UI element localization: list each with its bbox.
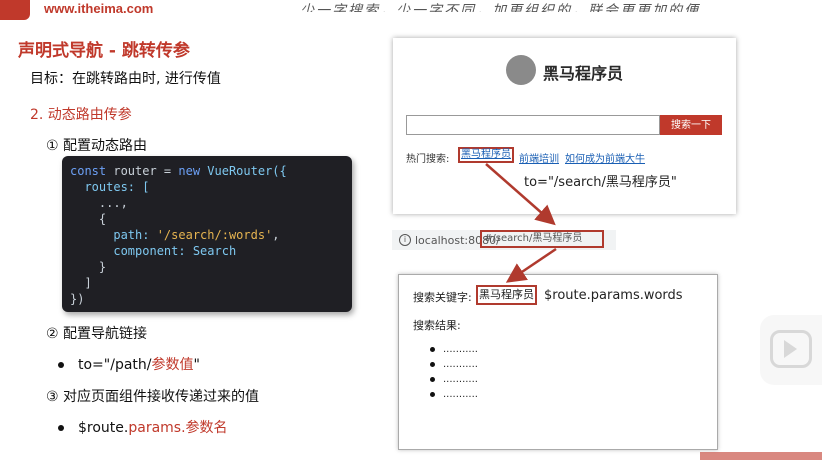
code-block: const router = new VueRouter({ routes: [… [62,156,352,312]
search-button[interactable]: 搜索一下 [660,115,722,135]
bullet-icon [430,361,435,367]
bullet-text: to="/path/ [78,357,152,373]
brand-name: 黑马程序员 [543,64,624,83]
code-token: new [178,164,201,178]
code-token: Search [192,244,237,258]
url-path-highlight: #/search/黑马程序员 [480,230,604,248]
site-url: www.itheima.com [44,1,154,16]
hot-link-frontend-expert[interactable]: 如何成为前端大牛 [565,150,645,165]
slide-goal: 目标：在跳转路由时, 进行传值 [30,71,221,87]
code-line: routes: [ [70,180,150,194]
code-token: component: [70,244,193,258]
to-attribute-note: to="/search/黑马程序员" [524,175,677,190]
result-item: ........... [430,344,478,355]
info-icon: i [399,234,411,246]
code-token: const [70,164,107,178]
bullet-text: $route. [78,420,129,436]
bullet-icon [58,362,64,368]
bullet-icon [430,346,435,352]
bullet-highlight: params.参数名 [128,420,228,436]
bullet-icon [430,376,435,382]
code-token: router = [106,164,179,178]
code-line: { [70,212,107,226]
result-item-text: ........... [443,344,478,355]
keyword-value-highlight: 黑马程序员 [476,285,537,305]
route-params-expression: $route.params.words [544,288,683,303]
code-token: '/search/:words' [156,228,273,242]
code-line: ..., [70,196,128,210]
result-item-text: ........... [443,359,478,370]
code-token: path: [70,228,157,242]
section-heading: 2. 动态路由传参 [30,107,132,123]
code-line: }) [70,292,85,306]
hot-link-heima[interactable]: 黑马程序员 [458,147,514,163]
code-token: , [272,228,280,242]
itheima-logo-icon [0,0,30,20]
result-label: 搜索结果: [413,319,461,332]
header-handwriting: 少一字搜索，少一字不同，加更组织的，联会更更加的便 [300,3,700,12]
code-line: ] [70,276,92,290]
bullet-highlight: 参数值 [151,357,194,373]
bullet-route-params: $route.params.参数名 [58,417,228,437]
code-token: VueRouter({ [200,164,287,178]
result-item-text: ........... [443,389,478,400]
horse-logo-icon [506,55,536,85]
step-1: ① 配置动态路由 [46,138,148,154]
keyword-label: 搜索关键字: [413,291,472,304]
search-input[interactable] [406,115,660,135]
result-item-text: ........... [443,374,478,385]
result-item: ........... [430,374,478,385]
step-2: ② 配置导航链接 [46,326,148,342]
bullet-icon [58,425,64,431]
step-3: ③ 对应页面组件接收传递过来的值 [46,389,260,405]
code-line: } [70,260,107,274]
bullet-icon [430,391,435,397]
hot-link-frontend-training[interactable]: 前端培训 [519,150,559,165]
result-item: ........... [430,389,478,400]
result-item: ........... [430,359,478,370]
bullet-text: " [193,357,200,373]
bullet-to-path: to="/path/参数值" [58,354,200,374]
slide-title: 声明式导航 - 跳转传参 [18,41,190,61]
footer-strip [700,452,822,460]
play-icon[interactable] [784,340,797,358]
hot-search-label: 热门搜索: [406,154,450,165]
